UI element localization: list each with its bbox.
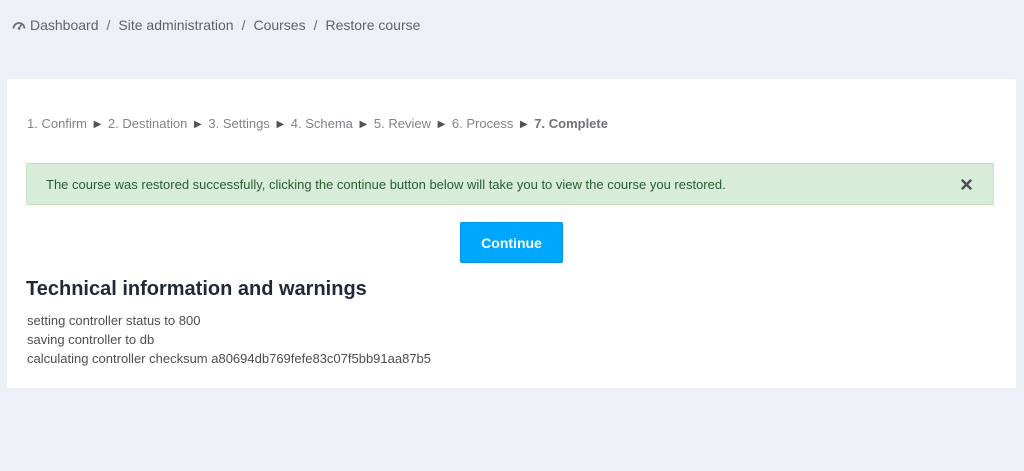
success-alert-message: The course was restored successfully, cl…	[46, 177, 726, 192]
restore-progress-steps: 1. Confirm ▶ 2. Destination ▶ 3. Setting…	[27, 116, 608, 131]
dashboard-gauge-icon	[12, 18, 26, 32]
step-arrow-icon: ▶	[194, 119, 202, 130]
step-arrow-icon: ▶	[276, 119, 285, 130]
breadcrumb-separator: /	[106, 17, 111, 33]
technical-info-log: setting controller status to 800 saving …	[27, 311, 431, 368]
log-line: setting controller status to 800	[27, 313, 201, 328]
breadcrumb: Dashboard / Site administration / Course…	[12, 17, 420, 33]
step-process: 6. Process	[451, 116, 514, 131]
breadcrumb-courses[interactable]: Courses	[253, 17, 305, 33]
step-confirm: 1. Confirm	[27, 116, 87, 131]
continue-button[interactable]: Continue	[460, 222, 563, 263]
technical-info-title: Technical information and warnings	[26, 278, 367, 300]
log-line: calculating controller checksum a80694db…	[27, 351, 432, 366]
step-schema: 4. Schema	[290, 116, 353, 131]
breadcrumb-separator: /	[313, 17, 318, 33]
breadcrumb-dashboard[interactable]: Dashboard	[30, 17, 99, 33]
breadcrumb-restore-course: Restore course	[325, 17, 421, 33]
step-arrow-icon: ▶	[359, 119, 368, 130]
log-line: saving controller to db	[27, 332, 155, 347]
step-review: 5. Review	[373, 116, 431, 131]
success-alert: The course was restored successfully, cl…	[26, 163, 994, 205]
breadcrumb-separator: /	[241, 17, 246, 33]
step-arrow-icon: ▶	[519, 119, 528, 130]
restore-card: 1. Confirm ▶ 2. Destination ▶ 3. Setting…	[7, 79, 1016, 388]
step-destination: 2. Destination	[107, 116, 188, 131]
step-arrow-icon: ▶	[93, 119, 102, 130]
step-complete: 7. Complete	[534, 116, 608, 131]
step-settings: 3. Settings	[208, 116, 270, 131]
close-icon[interactable]	[959, 175, 973, 193]
breadcrumb-site-administration[interactable]: Site administration	[118, 17, 233, 33]
step-arrow-icon: ▶	[437, 119, 446, 130]
